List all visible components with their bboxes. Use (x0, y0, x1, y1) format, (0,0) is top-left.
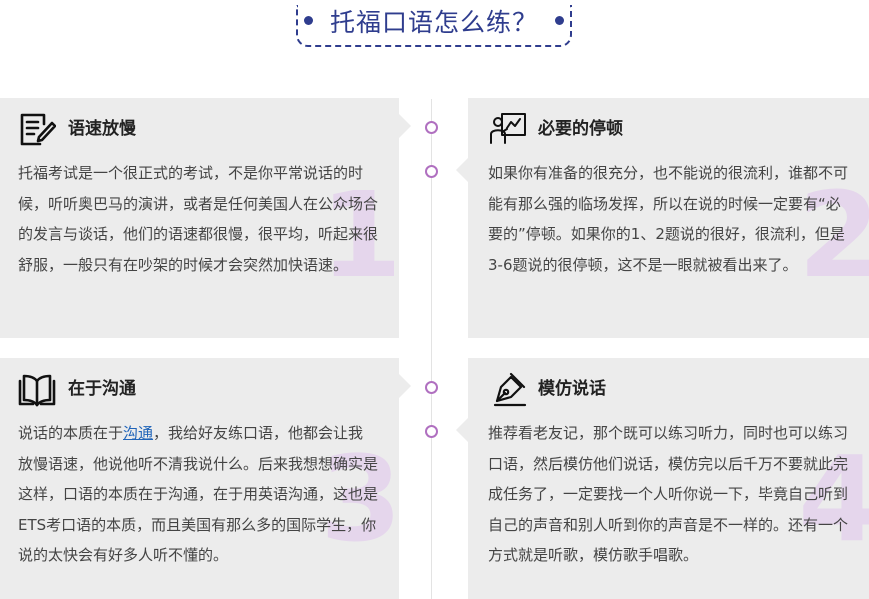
open-book-icon (18, 370, 56, 408)
body-text: 说话的本质在于 (18, 424, 124, 442)
card-pointer-arrow (399, 374, 411, 398)
header-dot-right (555, 16, 564, 25)
section-header: 托福口语怎么练？ (296, 5, 572, 47)
body-text: ，我给好友练口语，他都会让我放慢语速，他说他听不清我说什么。后来我想想确实是这样… (18, 424, 379, 564)
speaker-board-icon (490, 110, 528, 148)
note-pen-icon (18, 110, 57, 148)
card-body: 托福考试是一个很正式的考试，不是你平常说话的时候，听听奥巴马的演讲，或者是任何美… (18, 164, 379, 274)
tip-card-imitate-speaking: 模仿说话 4 推荐看老友记，那个既可以练习听力，同时也可以练习口语，然后模仿他们… (468, 358, 869, 599)
communication-link[interactable]: 沟通 (123, 424, 153, 442)
card-body: 推荐看老友记，那个既可以练习听力，同时也可以练习口语，然后模仿他们说话，模仿完以… (488, 424, 849, 564)
timeline-dot (425, 121, 438, 134)
timeline-dot (425, 381, 438, 394)
card-body: 如果你有准备的很充分，也不能说的很流利，谁都不可能有那么强的临场发挥，所以在说的… (488, 164, 849, 274)
timeline-dot (425, 165, 438, 178)
card-title: 必要的停顿 (538, 119, 623, 139)
tip-card-necessary-pause: 必要的停顿 2 如果你有准备的很充分，也不能说的很流利，谁都不可能有那么强的临场… (468, 98, 869, 338)
card-title: 语速放慢 (68, 119, 136, 139)
tip-card-slow-down: 语速放慢 1 托福考试是一个很正式的考试，不是你平常说话的时候，听听奥巴马的演讲… (0, 98, 399, 338)
card-pointer-arrow (456, 418, 468, 442)
tip-card-communication: 在于沟通 3 说话的本质在于沟通，我给好友练口语，他都会让我放慢语速，他说他听不… (0, 358, 399, 599)
card-pointer-arrow (456, 158, 468, 182)
page: 托福口语怎么练？ 语速放慢 1 托福考试是一个很正式的考试，不是你平常说话的时候… (0, 0, 869, 599)
card-body: 说话的本质在于沟通，我给好友练口语，他都会让我放慢语速，他说他听不清我说什么。后… (18, 418, 378, 571)
fountain-pen-icon (490, 370, 528, 408)
card-pointer-arrow (399, 114, 411, 138)
timeline-dot (425, 425, 438, 438)
card-title: 在于沟通 (68, 379, 136, 399)
card-title: 模仿说话 (538, 379, 606, 399)
page-title: 托福口语怎么练？ (329, 8, 538, 37)
